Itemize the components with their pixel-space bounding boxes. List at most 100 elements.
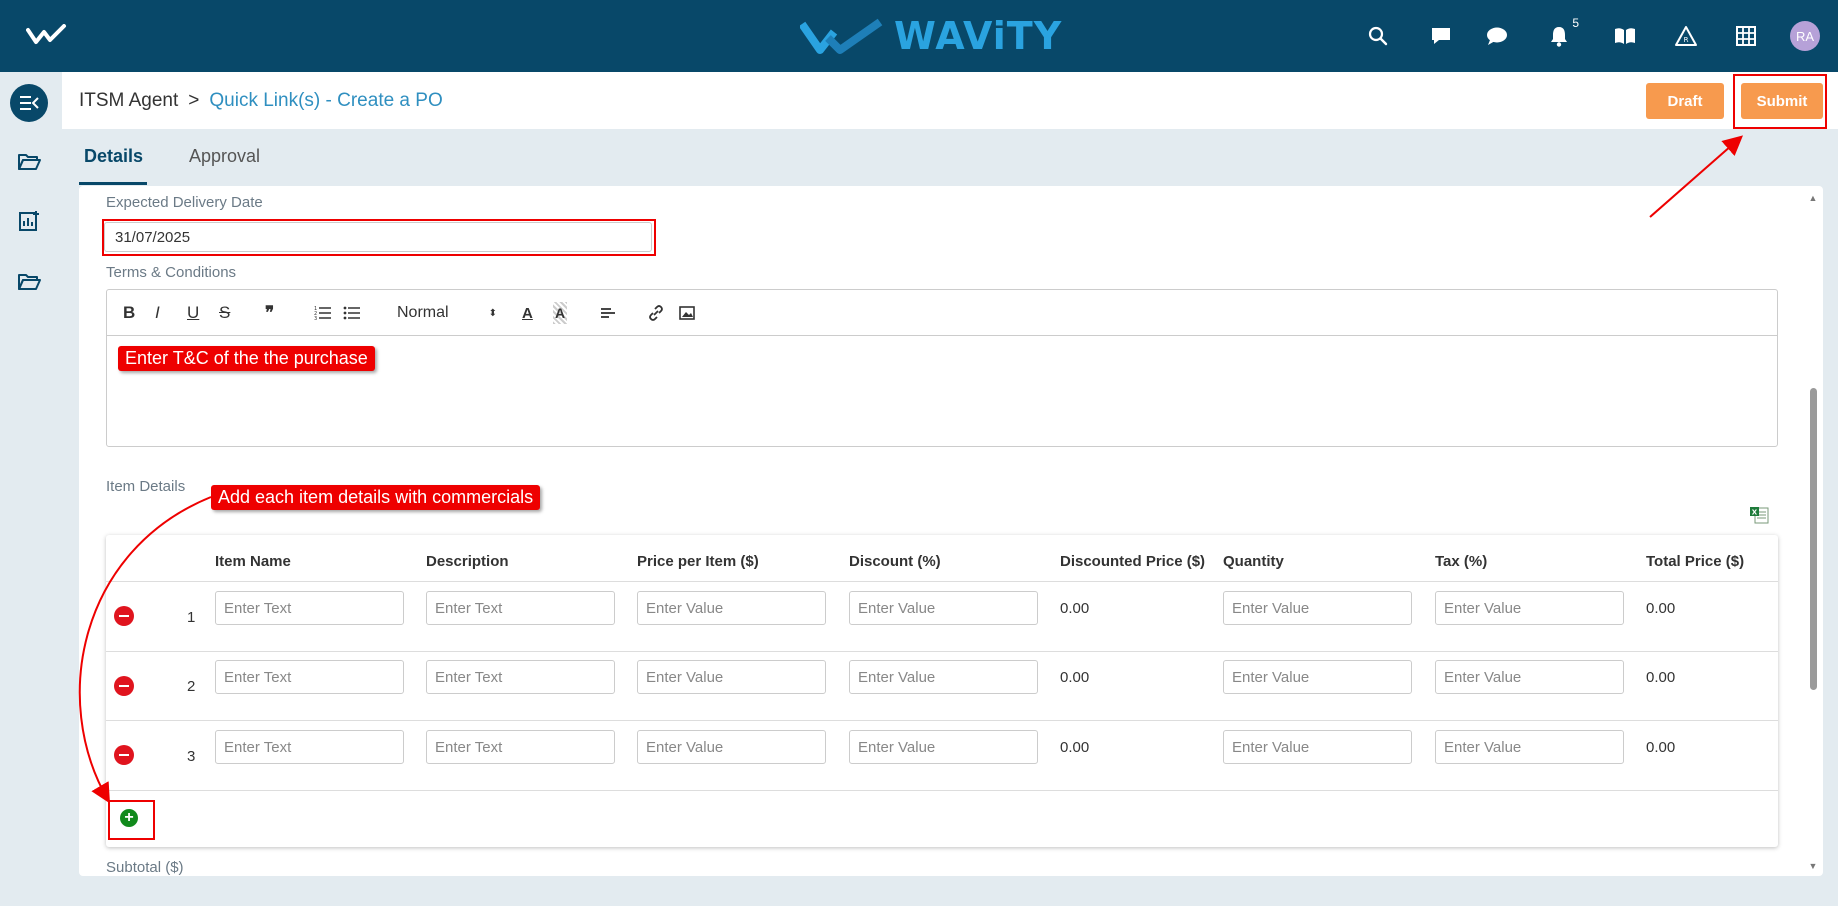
row-divider: [106, 790, 1778, 791]
items-callout: Add each item details with commercials: [211, 485, 541, 510]
tax-input[interactable]: Enter Value: [1435, 660, 1624, 694]
font-color-button[interactable]: A: [522, 302, 533, 324]
column-header: Discounted Price ($): [1060, 553, 1206, 570]
row-divider: [106, 651, 1778, 652]
underline-button[interactable]: U: [187, 302, 199, 324]
breadcrumb: ITSM Agent > Quick Link(s) - Create a PO: [79, 90, 443, 112]
scrollbar-thumb[interactable]: [1810, 388, 1817, 690]
remove-row-button[interactable]: [114, 745, 134, 765]
column-header: Discount (%): [849, 553, 941, 570]
breadcrumb-current: Quick Link(s) - Create a PO: [209, 90, 443, 111]
description-input[interactable]: Enter Text: [426, 660, 615, 694]
discount-input[interactable]: Enter Value: [849, 660, 1038, 694]
column-header: Item Name: [215, 553, 291, 570]
item-name-input[interactable]: Enter Text: [215, 730, 404, 764]
highlight-button[interactable]: A: [553, 302, 568, 324]
heading-select-value: Normal: [397, 304, 449, 321]
folder-icon[interactable]: [15, 268, 43, 296]
notification-bell-icon[interactable]: 5: [1545, 16, 1579, 50]
scroll-down-arrow[interactable]: ▼: [1808, 862, 1818, 871]
brand-logo: WAViTY: [800, 14, 1062, 58]
user-avatar[interactable]: RA: [1790, 21, 1820, 51]
notification-count: 5: [1572, 16, 1579, 30]
scroll-up-arrow[interactable]: ▲: [1808, 194, 1818, 203]
menu-collapse-icon: [20, 96, 39, 110]
subtotal-label: Subtotal ($): [106, 859, 184, 876]
tax-input[interactable]: Enter Value: [1435, 730, 1624, 764]
minus-icon: [119, 754, 129, 756]
search-icon[interactable]: [1364, 22, 1392, 50]
discounted-price-value: 0.00: [1060, 669, 1090, 686]
heading-select[interactable]: Normal ⬍: [397, 302, 497, 324]
bold-button[interactable]: B: [123, 302, 135, 324]
terms-callout: Enter T&C of the the purchase: [118, 346, 375, 371]
total-price-value: 0.00: [1646, 600, 1676, 617]
tab-details[interactable]: Details: [84, 146, 143, 167]
price-input[interactable]: Enter Value: [637, 730, 826, 764]
row-number: 1: [187, 609, 196, 626]
remove-row-button[interactable]: [114, 606, 134, 626]
quantity-input[interactable]: Enter Value: [1223, 730, 1412, 764]
price-input[interactable]: Enter Value: [637, 660, 826, 694]
price-input[interactable]: Enter Value: [637, 591, 826, 625]
column-header: Quantity: [1223, 553, 1284, 570]
draft-button[interactable]: Draft: [1646, 83, 1724, 119]
delivery-date-label: Expected Delivery Date: [106, 194, 263, 211]
description-input[interactable]: Enter Text: [426, 730, 615, 764]
total-price-value: 0.00: [1646, 669, 1676, 686]
tab-approval[interactable]: Approval: [189, 146, 260, 167]
column-header: Description: [426, 553, 509, 570]
date-highlight-box: [102, 219, 656, 256]
item-name-input[interactable]: Enter Text: [215, 591, 404, 625]
svg-text:3: 3: [314, 316, 317, 321]
ordered-list-icon[interactable]: 123: [314, 302, 332, 324]
row-divider: [106, 581, 1778, 582]
apps-grid-icon[interactable]: [1732, 22, 1760, 50]
sidebar-collapse-button[interactable]: [10, 84, 48, 122]
editor-toolbar: B I U S ❞ 123 Normal ⬍ A A: [107, 290, 1777, 336]
items-table: Item Name Description Price per Item ($)…: [106, 535, 1778, 847]
align-icon[interactable]: [600, 302, 616, 324]
alert-triangle-icon[interactable]: R: [1672, 22, 1700, 50]
active-tab-indicator: [79, 182, 147, 185]
terms-label: Terms & Conditions: [106, 264, 237, 281]
quantity-input[interactable]: Enter Value: [1223, 660, 1412, 694]
minus-icon: [119, 685, 129, 687]
bullet-list-icon[interactable]: [343, 302, 361, 324]
remove-row-button[interactable]: [114, 676, 134, 696]
page-header: ITSM Agent > Quick Link(s) - Create a PO…: [62, 72, 1838, 129]
top-bar: WAViTY 5 R RA: [0, 0, 1838, 72]
left-sidebar: [0, 72, 62, 906]
row-divider: [106, 720, 1778, 721]
column-header: Price per Item ($): [637, 553, 759, 570]
chat-icon[interactable]: [1483, 22, 1511, 50]
add-row-highlight-box: [108, 800, 155, 840]
blockquote-button[interactable]: ❞: [265, 302, 274, 324]
link-icon[interactable]: [648, 302, 664, 324]
discount-input[interactable]: Enter Value: [849, 730, 1038, 764]
brand-name: WAViTY: [894, 14, 1063, 58]
excel-import-icon[interactable]: X: [1749, 505, 1769, 525]
quantity-input[interactable]: Enter Value: [1223, 591, 1412, 625]
italic-button[interactable]: I: [155, 302, 160, 324]
reports-chart-icon[interactable]: [15, 207, 43, 235]
description-input[interactable]: Enter Text: [426, 591, 615, 625]
svg-text:R: R: [1684, 36, 1689, 44]
submit-highlight-box: [1733, 74, 1827, 129]
item-name-input[interactable]: Enter Text: [215, 660, 404, 694]
discounted-price-value: 0.00: [1060, 739, 1090, 756]
item-details-label: Item Details: [106, 478, 186, 495]
discount-input[interactable]: Enter Value: [849, 591, 1038, 625]
breadcrumb-root[interactable]: ITSM Agent: [79, 90, 178, 112]
image-icon[interactable]: [679, 302, 695, 324]
strikethrough-button[interactable]: S: [219, 302, 230, 324]
folder-open-icon[interactable]: [15, 148, 43, 176]
row-number: 3: [187, 748, 196, 765]
svg-text:X: X: [1752, 509, 1758, 517]
knowledge-book-icon[interactable]: [1611, 22, 1639, 50]
home-logo-icon[interactable]: [26, 24, 72, 48]
message-icon[interactable]: [1427, 22, 1455, 50]
breadcrumb-separator: >: [188, 90, 200, 111]
row-number: 2: [187, 678, 196, 695]
tax-input[interactable]: Enter Value: [1435, 591, 1624, 625]
